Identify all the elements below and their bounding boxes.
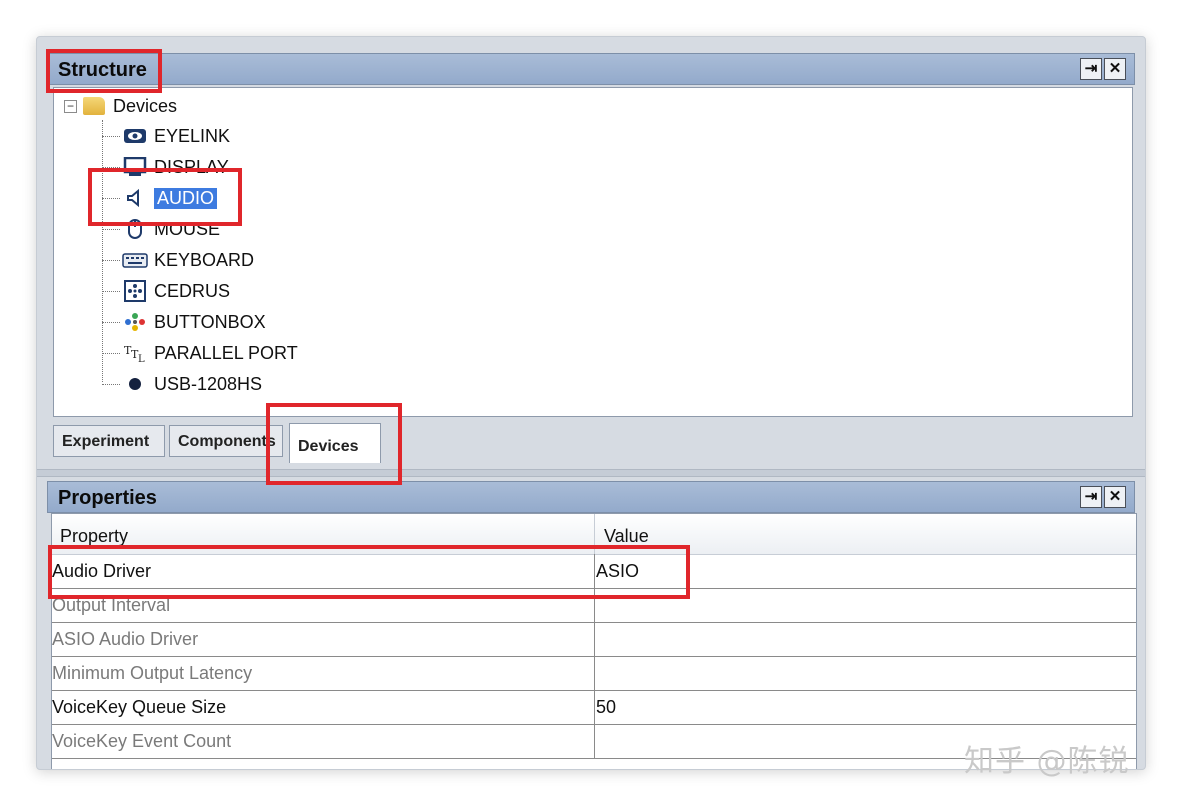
properties-panel-title: Properties (58, 487, 157, 509)
tree-item-usb-1208hs[interactable]: USB-1208HS (102, 370, 262, 398)
properties-grid: Property Value Audio Driver ASIO Output … (51, 513, 1137, 769)
tree-item-buttonbox[interactable]: BUTTONBOX (102, 308, 266, 336)
tree-item-display[interactable]: DISPLAY (102, 153, 229, 181)
pin-icon[interactable]: ⇥ (1080, 58, 1102, 80)
buttonbox-icon (122, 310, 148, 334)
tree-item-label: EYELINK (154, 125, 231, 146)
property-name: VoiceKey Queue Size (52, 697, 227, 717)
ttl-icon: TTL (122, 341, 148, 365)
tree-item-audio[interactable]: AUDIO (102, 184, 218, 212)
grid-header: Property Value (52, 514, 1136, 555)
tab-devices[interactable]: Devices (289, 423, 381, 463)
header-value[interactable]: Value (604, 526, 649, 547)
tree-item-label: USB-1208HS (154, 373, 263, 394)
table-row-audio-driver[interactable]: Audio Driver ASIO (52, 554, 1136, 589)
table-row-voicekey-queue-size[interactable]: VoiceKey Queue Size 50 (52, 690, 1136, 725)
tab-components[interactable]: Components (169, 425, 283, 457)
structure-tree: − Devices EYELINK DISPLAY AUDIO MOUSE KE… (53, 87, 1133, 417)
keyboard-icon (122, 248, 148, 272)
properties-panel-header: Properties ⇥ ✕ (47, 481, 1135, 513)
property-value[interactable]: ASIO (596, 561, 639, 582)
tree-item-label: BUTTONBOX (154, 311, 266, 332)
close-icon[interactable]: ✕ (1104, 486, 1126, 508)
eye-icon (122, 124, 148, 148)
property-name: VoiceKey Event Count (52, 731, 232, 751)
property-name: Output Interval (52, 595, 171, 615)
monitor-icon (122, 155, 148, 179)
panel-splitter[interactable] (37, 469, 1145, 477)
speaker-icon (122, 186, 148, 210)
table-row-output-interval[interactable]: Output Interval (52, 588, 1136, 623)
structure-panel-title: Structure (58, 59, 147, 81)
mouse-icon (122, 217, 148, 241)
tree-item-mouse[interactable]: MOUSE (102, 215, 220, 243)
tree-item-cedrus[interactable]: CEDRUS (102, 277, 230, 305)
tree-item-label: PARALLEL PORT (154, 342, 298, 363)
tree-item-label: CEDRUS (154, 280, 231, 301)
tab-experiment[interactable]: Experiment (53, 425, 165, 457)
svg-text:L: L (138, 354, 145, 364)
tree-root-label: Devices (113, 95, 178, 116)
header-property[interactable]: Property (60, 526, 128, 547)
app-window: Structure ⇥ ✕ − Devices EYELINK DISPLAY (36, 36, 1146, 770)
close-icon[interactable]: ✕ (1104, 58, 1126, 80)
watermark: 知乎 @陈锐 (964, 744, 1130, 779)
folder-icon (83, 97, 105, 115)
structure-panel-header: Structure ⇥ ✕ (47, 53, 1135, 85)
tree-item-keyboard[interactable]: KEYBOARD (102, 246, 254, 274)
collapse-icon[interactable]: − (64, 99, 77, 113)
tree-item-label: DISPLAY (154, 156, 229, 177)
dot-icon (122, 372, 148, 396)
property-name: ASIO Audio Driver (52, 629, 199, 649)
tree-root-devices[interactable]: − Devices (64, 94, 177, 118)
cedrus-icon (122, 279, 148, 303)
property-name: Audio Driver (52, 561, 152, 581)
tree-item-label: MOUSE (154, 218, 221, 239)
tree-item-label: KEYBOARD (154, 249, 255, 270)
tree-item-eyelink[interactable]: EYELINK (102, 122, 230, 150)
pin-icon[interactable]: ⇥ (1080, 486, 1102, 508)
property-name: Minimum Output Latency (52, 663, 253, 683)
property-value[interactable]: 50 (596, 697, 616, 718)
tree-item-label-selected: AUDIO (154, 187, 218, 209)
tree-item-parallel-port[interactable]: TTL PARALLEL PORT (102, 339, 298, 367)
table-row-minimum-output-latency[interactable]: Minimum Output Latency (52, 656, 1136, 691)
table-row-asio-audio-driver[interactable]: ASIO Audio Driver (52, 622, 1136, 657)
